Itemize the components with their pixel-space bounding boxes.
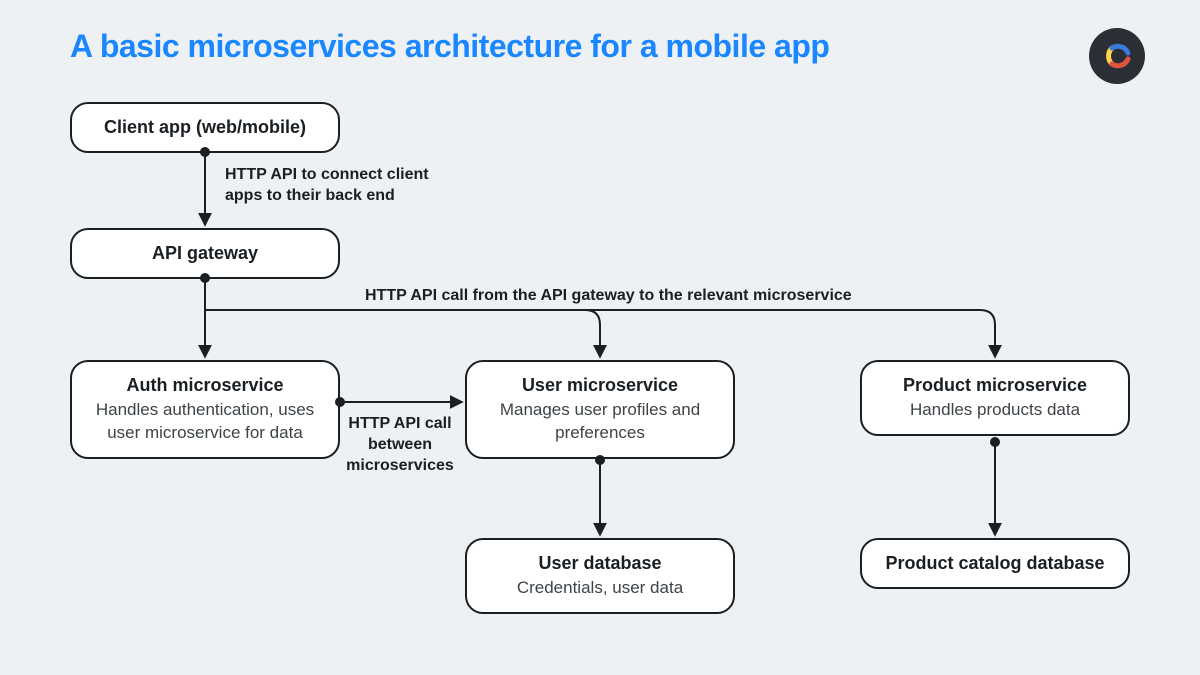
node-title: Product microservice: [882, 374, 1108, 397]
node-api-gateway: API gateway: [70, 228, 340, 279]
node-user-database: User database Credentials, user data: [465, 538, 735, 614]
node-subtitle: Handles products data: [882, 399, 1108, 422]
node-auth-microservice: Auth microservice Handles authentication…: [70, 360, 340, 459]
node-subtitle: Handles authentication, uses user micros…: [92, 399, 318, 445]
node-product-microservice: Product microservice Handles products da…: [860, 360, 1130, 436]
node-title: User database: [487, 552, 713, 575]
node-title: Product catalog database: [882, 552, 1108, 575]
contentful-icon: [1100, 39, 1134, 73]
page-title: A basic microservices architecture for a…: [70, 28, 829, 65]
node-subtitle: Credentials, user data: [487, 577, 713, 600]
node-product-catalog-database: Product catalog database: [860, 538, 1130, 589]
node-client-app: Client app (web/mobile): [70, 102, 340, 153]
node-title: Client app (web/mobile): [92, 116, 318, 139]
node-title: User microservice: [487, 374, 713, 397]
node-title: Auth microservice: [92, 374, 318, 397]
edge-label-gateway-fanout: HTTP API call from the API gateway to th…: [365, 286, 965, 307]
node-title: API gateway: [92, 242, 318, 265]
node-subtitle: Manages user profiles and preferences: [487, 399, 713, 445]
edge-label-auth-user: HTTP API call between microservices: [340, 414, 460, 476]
brand-logo: [1089, 28, 1145, 84]
edge-label-client-gateway: HTTP API to connect client apps to their…: [225, 165, 455, 207]
node-user-microservice: User microservice Manages user profiles …: [465, 360, 735, 459]
